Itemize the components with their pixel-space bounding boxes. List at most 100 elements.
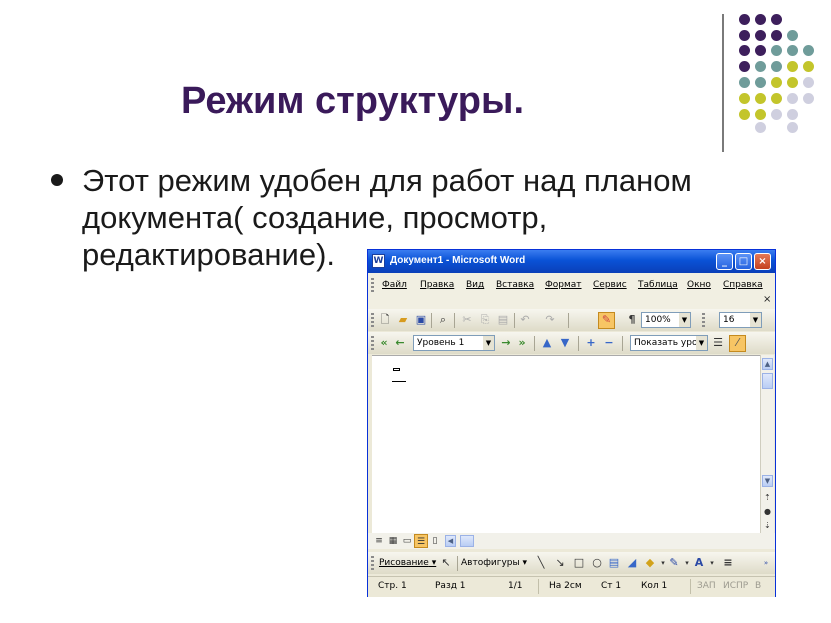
move-up-icon[interactable]: ▲	[540, 336, 554, 350]
menu-edit[interactable]: Правка	[420, 280, 454, 290]
demote-icon[interactable]: →	[499, 336, 513, 350]
move-down-icon[interactable]: ▼	[558, 336, 572, 350]
toolbar-grip[interactable]	[371, 556, 374, 570]
select-objects-icon[interactable]: ↖	[439, 556, 453, 570]
show-marks-icon[interactable]: ¶	[625, 313, 639, 327]
menu-window[interactable]: Окно	[687, 280, 711, 290]
maximize-button[interactable]: □	[735, 253, 752, 270]
oval-icon[interactable]: ○	[590, 556, 604, 570]
drawing-toggle-icon[interactable]: ✎	[598, 312, 615, 329]
line-style-icon[interactable]: ≡	[721, 556, 735, 570]
close-button[interactable]: ×	[754, 253, 771, 270]
show-formatting-icon[interactable]: ⁄	[729, 335, 746, 352]
status-separator	[690, 579, 691, 594]
chevron-down-icon[interactable]: ▼	[750, 313, 761, 327]
fill-color-icon[interactable]: ◆	[643, 556, 657, 570]
toolbar-options-icon[interactable]: »	[759, 556, 773, 570]
horizontal-scroll-thumb[interactable]	[460, 535, 474, 547]
scroll-left-icon[interactable]: ◀	[445, 535, 456, 547]
line-color-icon[interactable]: ✎	[667, 556, 681, 570]
deco-dot	[787, 93, 798, 104]
deco-dot	[755, 14, 766, 25]
word-app-icon[interactable]: W	[372, 254, 385, 268]
deco-dot	[739, 61, 750, 72]
minimize-button[interactable]: _	[716, 253, 733, 270]
status-record[interactable]: ЗАП	[697, 581, 716, 591]
arrow-icon[interactable]: ↘	[553, 556, 567, 570]
toolbar-grip[interactable]	[371, 336, 374, 350]
chevron-down-icon[interactable]: ▼	[696, 336, 707, 350]
status-section: Разд 1	[435, 581, 466, 591]
toolbar-separator	[622, 336, 623, 351]
document-area[interactable]	[372, 355, 760, 534]
menu-format[interactable]: Формат	[545, 280, 582, 290]
font-color-icon[interactable]: A	[692, 556, 706, 570]
deco-dot	[803, 93, 814, 104]
font-size-value: 16	[723, 315, 735, 325]
document-close-icon[interactable]: ×	[763, 294, 771, 305]
collapse-icon[interactable]: −	[602, 336, 616, 350]
outline-level-value: Уровень 1	[417, 338, 465, 348]
print-preview-icon[interactable]: ⌕	[436, 313, 450, 327]
menu-file[interactable]: Файл	[382, 280, 407, 290]
reading-layout-icon[interactable]: ▯	[428, 534, 442, 548]
status-track-changes[interactable]: ИСПР	[723, 581, 748, 591]
status-extend[interactable]: В	[755, 581, 761, 591]
line-icon[interactable]: ╲	[534, 556, 548, 570]
menu-insert[interactable]: Вставка	[496, 280, 534, 290]
deco-dot	[739, 30, 750, 41]
previous-page-icon[interactable]: ⇡	[764, 493, 771, 502]
chevron-down-icon[interactable]: ▼	[483, 336, 494, 350]
rectangle-icon[interactable]: □	[572, 556, 586, 570]
outline-toolbar: « ← Уровень 1 ▼ → » ▲ ▼ + − Показать уро…	[368, 332, 775, 354]
wordart-icon[interactable]: ◢	[625, 556, 639, 570]
deco-dot	[739, 77, 750, 88]
vertical-scrollbar[interactable]: ▲ ▼ ⇡ ● ⇣	[760, 355, 774, 533]
toolbar-grip[interactable]	[371, 313, 374, 327]
copy-icon[interactable]: ⎘	[478, 313, 492, 327]
expand-icon[interactable]: +	[584, 336, 598, 350]
promote-to-heading-icon[interactable]: «	[377, 336, 391, 350]
menu-grip[interactable]	[371, 278, 374, 292]
redo-icon[interactable]: ↷	[543, 313, 557, 327]
zoom-select[interactable]: 100% ▼	[641, 312, 691, 328]
next-page-icon[interactable]: ⇣	[764, 521, 771, 530]
scroll-up-icon[interactable]: ▲	[762, 358, 773, 370]
print-layout-icon[interactable]: ▭	[400, 534, 414, 548]
font-size-select[interactable]: 16 ▼	[719, 312, 762, 328]
normal-view-icon[interactable]: ≡	[372, 534, 386, 548]
new-icon[interactable]: 🗋	[378, 313, 392, 327]
toolbar-grip[interactable]	[702, 313, 705, 327]
chevron-down-icon[interactable]: ▼	[679, 313, 690, 327]
deco-dot	[755, 122, 766, 133]
standard-toolbar: 🗋 ▰ ▣ ⌕ ✂ ⎘ ▤ ↶ ↷ ✎ ¶ 100% ▼ 16 ▼	[368, 309, 775, 331]
window-title: Документ1 - Microsoft Word	[390, 255, 526, 266]
scroll-down-icon[interactable]: ▼	[762, 475, 773, 487]
toolbar-separator	[514, 313, 515, 328]
paste-icon[interactable]: ▤	[496, 313, 510, 327]
undo-icon[interactable]: ↶	[518, 313, 532, 327]
menu-help[interactable]: Справка	[723, 280, 763, 290]
scroll-thumb[interactable]	[762, 373, 773, 389]
autoshapes-menu[interactable]: Автофигуры ▾	[461, 558, 527, 568]
cut-icon[interactable]: ✂	[460, 313, 474, 327]
title-bar[interactable]: W Документ1 - Microsoft Word _ □ ×	[368, 250, 775, 273]
show-first-line-icon[interactable]: ☰	[711, 336, 725, 350]
outline-view-icon[interactable]: ☰	[414, 534, 428, 548]
zoom-value: 100%	[645, 315, 671, 325]
open-icon[interactable]: ▰	[396, 313, 410, 327]
horizontal-scrollbar[interactable]: ≡ ▦ ▭ ☰ ▯ ◀	[368, 533, 775, 549]
chevron-down-icon[interactable]: ▾	[705, 556, 719, 570]
show-level-select[interactable]: Показать уров ▼	[630, 335, 708, 351]
menu-tools[interactable]: Сервис	[593, 280, 627, 290]
menu-table[interactable]: Таблица	[638, 280, 678, 290]
drawing-menu[interactable]: Рисование ▾	[379, 558, 436, 568]
menu-view[interactable]: Вид	[466, 280, 484, 290]
save-icon[interactable]: ▣	[414, 313, 428, 327]
web-layout-icon[interactable]: ▦	[386, 534, 400, 548]
demote-to-body-icon[interactable]: »	[515, 336, 529, 350]
promote-icon[interactable]: ←	[393, 336, 407, 350]
text-box-icon[interactable]: ▤	[607, 556, 621, 570]
outline-level-select[interactable]: Уровень 1 ▼	[413, 335, 495, 351]
select-browse-object-icon[interactable]: ●	[764, 507, 771, 516]
